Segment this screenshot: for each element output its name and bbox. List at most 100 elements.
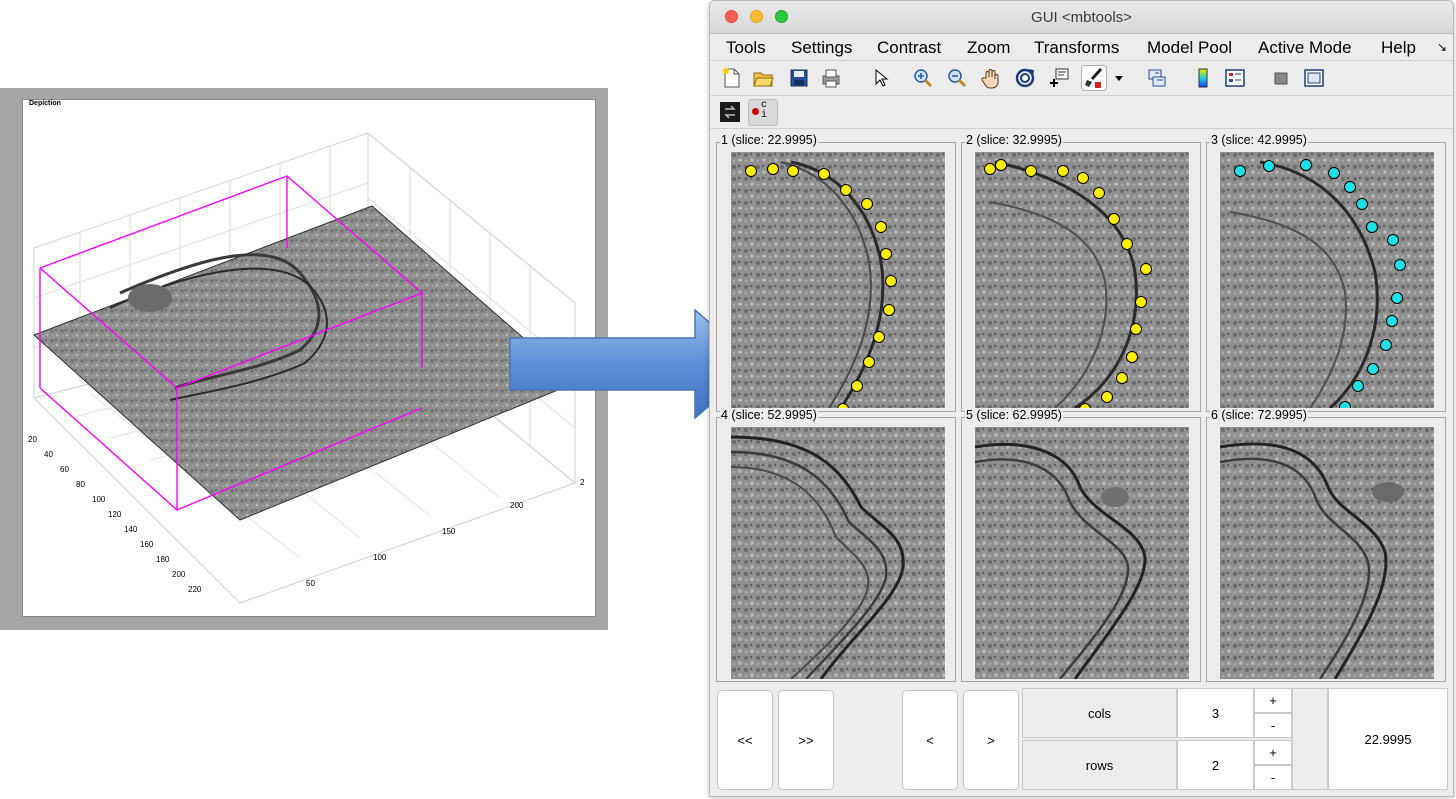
contour-marker[interactable] [1108, 213, 1120, 225]
switch-tool-icon[interactable] [719, 101, 741, 123]
save-icon[interactable] [788, 67, 810, 89]
prev-button[interactable]: < [902, 690, 958, 790]
contour-marker[interactable] [984, 163, 996, 175]
contour-marker[interactable] [861, 198, 873, 210]
menu-active-mode[interactable]: Active Mode [1258, 38, 1352, 58]
contour-marker[interactable] [840, 184, 852, 196]
contour-marker[interactable] [995, 159, 1007, 171]
contour-marker[interactable] [1140, 263, 1152, 275]
menu-overflow-icon[interactable]: ↘ [1437, 40, 1447, 54]
contour-marker[interactable] [1386, 315, 1398, 327]
tile-label: 6 (slice: 72.9995) [1210, 408, 1308, 422]
dropdown-arrow-icon[interactable] [1114, 73, 1124, 83]
contour-marker[interactable] [1126, 351, 1138, 363]
y-tick: 160 [140, 540, 154, 549]
tile-1[interactable]: 1 (slice: 22.9995) [716, 133, 956, 412]
first-page-button[interactable]: << [717, 690, 773, 790]
contour-marker[interactable] [1135, 296, 1147, 308]
tile-3[interactable]: 3 (slice: 42.9995) [1206, 133, 1446, 412]
rows-field[interactable]: 2 [1177, 740, 1254, 790]
menu-tools[interactable]: Tools [726, 38, 766, 58]
contour-marker[interactable] [1380, 339, 1392, 351]
rows-label: rows [1022, 740, 1177, 790]
contour-marker[interactable] [1391, 292, 1403, 304]
last-page-button[interactable]: >> [778, 690, 834, 790]
menu-contrast[interactable]: Contrast [877, 38, 941, 58]
tile-6[interactable]: 6 (slice: 72.9995) [1206, 408, 1446, 682]
contour-marker[interactable] [1130, 323, 1142, 335]
cols-minus-button[interactable]: - [1254, 713, 1292, 738]
contour-marker[interactable] [1344, 181, 1356, 193]
contour-marker[interactable] [1352, 380, 1364, 392]
contour-marker[interactable] [1116, 372, 1128, 384]
rows-plus-button[interactable]: + [1254, 740, 1292, 765]
depiction-title: Depiction [28, 100, 62, 107]
open-folder-icon[interactable] [752, 67, 774, 89]
menu-model-pool[interactable]: Model Pool [1147, 38, 1232, 58]
cols-plus-button[interactable]: + [1254, 688, 1292, 713]
contour-marker[interactable] [1300, 159, 1312, 171]
contour-marker[interactable] [883, 304, 895, 316]
pointer-icon[interactable] [870, 67, 892, 89]
cols-field[interactable]: 3 [1177, 688, 1254, 738]
tomogram-slice-image [731, 427, 945, 679]
contour-marker[interactable] [875, 221, 887, 233]
slice-value-display: 22.9995 [1328, 688, 1448, 790]
contour-marker[interactable] [1234, 165, 1246, 177]
contour-marker[interactable] [1121, 238, 1133, 250]
contour-marker[interactable] [1366, 221, 1378, 233]
rotate-3d-icon[interactable] [1014, 67, 1036, 89]
contour-marker[interactable] [1356, 198, 1368, 210]
contour-marker[interactable] [880, 248, 892, 260]
contour-marker[interactable] [1077, 172, 1089, 184]
contour-marker[interactable] [1328, 167, 1340, 179]
contour-marker[interactable] [1263, 160, 1275, 172]
menu-settings[interactable]: Settings [791, 38, 852, 58]
contour-marker[interactable] [1387, 234, 1399, 246]
tile-2[interactable]: 2 (slice: 32.9995) [961, 133, 1201, 412]
contour-marker[interactable] [1025, 165, 1037, 177]
contour-marker[interactable] [767, 163, 779, 175]
menu-zoom[interactable]: Zoom [967, 38, 1010, 58]
legend-icon[interactable] [1224, 67, 1246, 89]
hide-tool-icon[interactable] [1270, 67, 1292, 89]
cols-label: cols [1022, 688, 1177, 738]
contour-marker[interactable] [863, 356, 875, 368]
contour-marker[interactable] [851, 380, 863, 392]
contour-marker[interactable] [873, 331, 885, 343]
new-file-icon[interactable] [721, 67, 743, 89]
colorbar-icon[interactable] [1192, 67, 1214, 89]
contour-marker[interactable] [787, 165, 799, 177]
contour-marker[interactable] [885, 275, 897, 287]
tile-grid: 1 (slice: 22.9995) 2 (slice: 32.9995) 3 … [716, 133, 1449, 682]
show-tool-icon[interactable] [1303, 67, 1325, 89]
contour-marker[interactable] [818, 168, 830, 180]
contour-marker[interactable] [1367, 363, 1379, 375]
contour-marker[interactable] [1093, 187, 1105, 199]
menu-help[interactable]: Help [1381, 38, 1416, 58]
contour-marker[interactable] [1394, 259, 1406, 271]
y-tick: 140 [124, 525, 138, 534]
y-tick: 80 [76, 480, 85, 489]
brush-icon[interactable] [1081, 65, 1107, 91]
tool-ci-button[interactable]: c i [748, 99, 778, 126]
tile-5[interactable]: 5 (slice: 62.9995) [961, 408, 1201, 682]
data-cursor-icon[interactable] [1048, 67, 1070, 89]
next-button[interactable]: > [963, 690, 1019, 790]
print-icon[interactable] [820, 67, 842, 89]
menu-transforms[interactable]: Transforms [1034, 38, 1119, 58]
contour-marker[interactable] [745, 165, 757, 177]
tile-4[interactable]: 4 (slice: 52.9995) [716, 408, 956, 682]
contour-marker[interactable] [1339, 401, 1351, 409]
rows-minus-button[interactable]: - [1254, 765, 1292, 790]
tile-label: 3 (slice: 42.9995) [1210, 133, 1308, 147]
pan-hand-icon[interactable] [980, 67, 1002, 89]
contour-marker[interactable] [1057, 165, 1069, 177]
contour-marker[interactable] [1101, 391, 1113, 403]
tile-label: 2 (slice: 32.9995) [965, 133, 1063, 147]
link-plot-icon[interactable] [1146, 67, 1168, 89]
tile-label: 1 (slice: 22.9995) [720, 133, 818, 147]
y-tick: 180 [156, 555, 170, 564]
zoom-in-icon[interactable] [912, 67, 934, 89]
zoom-out-icon[interactable] [946, 67, 968, 89]
